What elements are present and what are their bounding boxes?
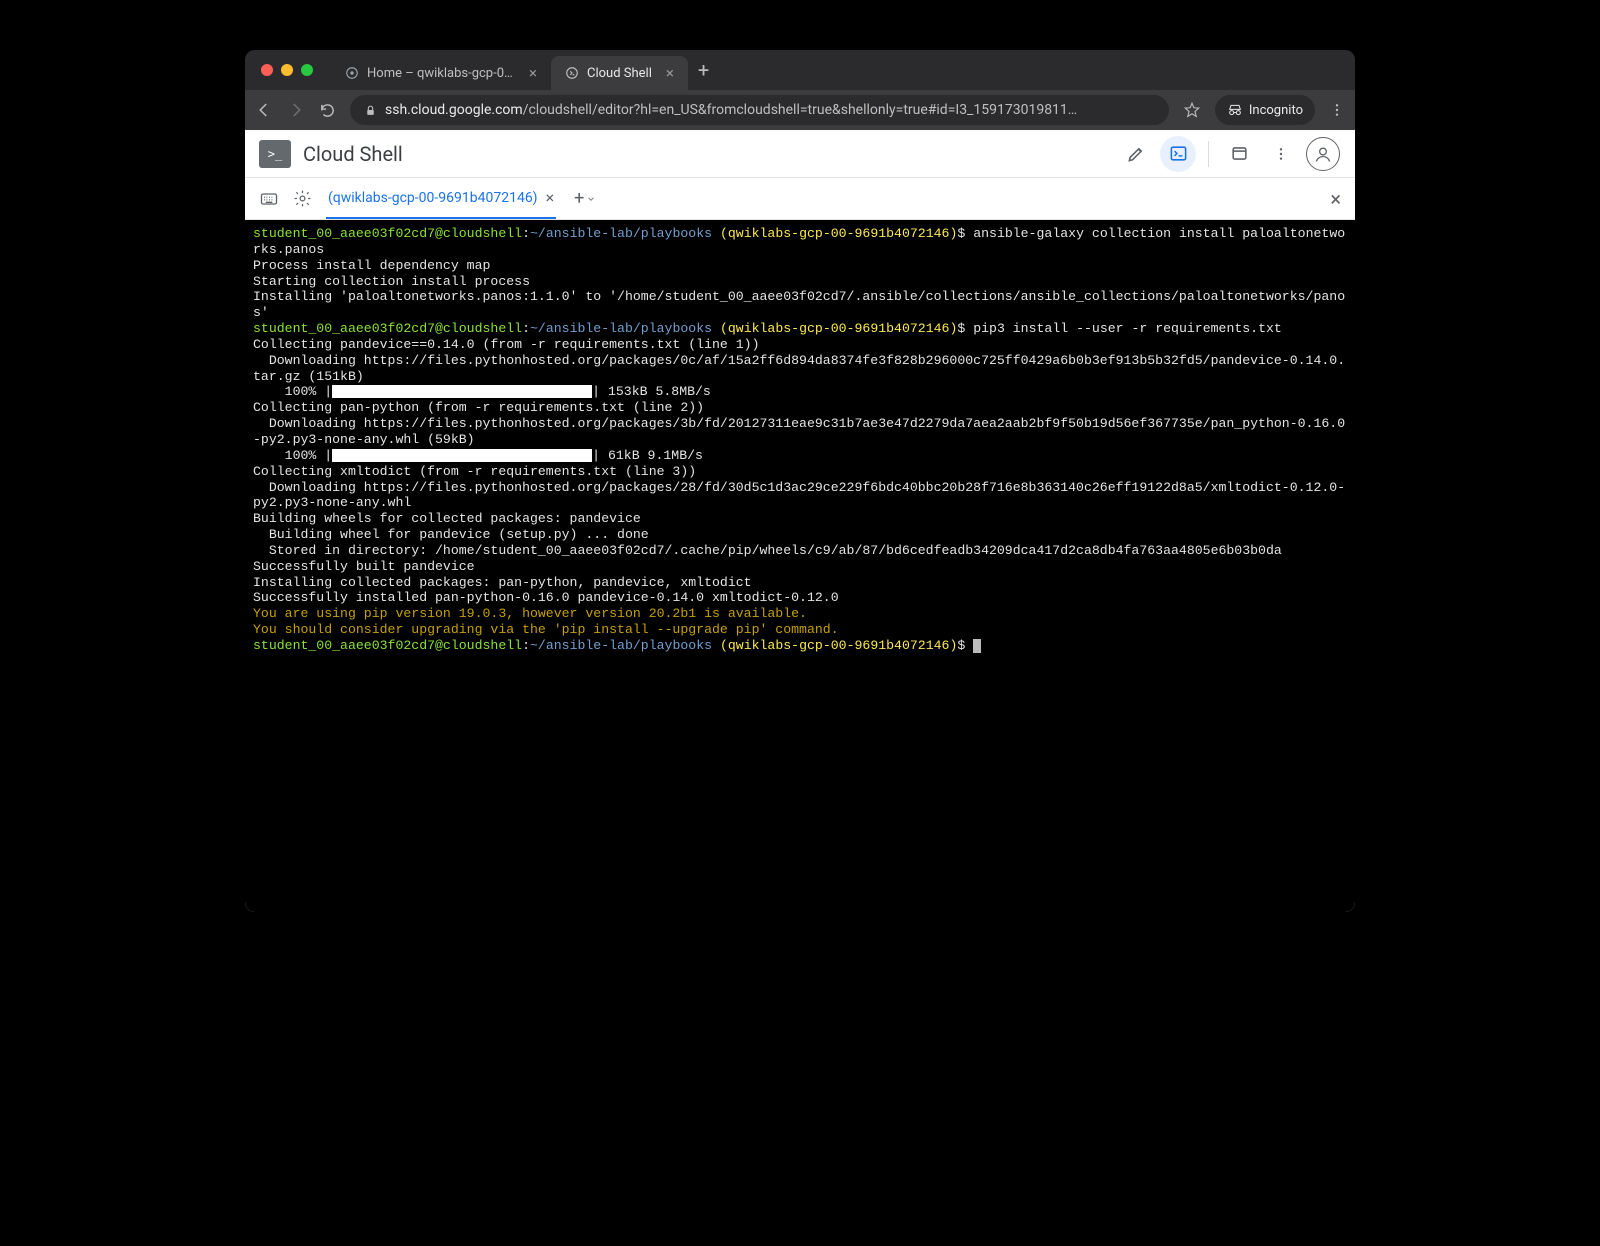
- incognito-badge: Incognito: [1215, 95, 1315, 125]
- tabs: Home – qwiklabs-gcp-00-969 × Cloud Shell…: [331, 50, 1345, 90]
- url-host: ssh.cloud.google.com: [385, 102, 523, 118]
- keyboard-icon[interactable]: [259, 189, 279, 209]
- window-controls: [255, 64, 321, 76]
- terminal-button[interactable]: [1160, 136, 1196, 172]
- avatar: [1306, 137, 1340, 171]
- close-tab-icon[interactable]: ×: [666, 64, 674, 82]
- session-tab[interactable]: (qwiklabs-gcp-00-9691b4072146) ×: [326, 178, 556, 219]
- close-window-button[interactable]: [261, 64, 273, 76]
- session-tab-bar: (qwiklabs-gcp-00-9691b4072146) × + ×: [245, 178, 1355, 220]
- address-bar: ssh.cloud.google.com/cloudshell/editor?h…: [245, 90, 1355, 130]
- tab-home[interactable]: Home – qwiklabs-gcp-00-969 ×: [331, 56, 551, 90]
- incognito-icon: [1227, 102, 1243, 118]
- session-tab-label: (qwiklabs-gcp-00-9691b4072146): [328, 190, 538, 206]
- forward-button[interactable]: [287, 101, 305, 119]
- page-title: Cloud Shell: [303, 142, 1106, 166]
- tab-label: Home – qwiklabs-gcp-00-969: [367, 66, 515, 81]
- reload-button[interactable]: [319, 102, 336, 119]
- terminal-output[interactable]: student_00_aaee03f02cd7@cloudshell:~/ans…: [245, 220, 1355, 912]
- back-button[interactable]: [255, 101, 273, 119]
- maximize-window-button[interactable]: [301, 64, 313, 76]
- lock-icon: [364, 104, 377, 117]
- terminal-cursor: [973, 639, 981, 653]
- minimize-window-button[interactable]: [281, 64, 293, 76]
- tab-cloud-shell[interactable]: Cloud Shell ×: [551, 56, 688, 90]
- new-tab-button[interactable]: +: [688, 58, 719, 82]
- qwiklabs-icon: [345, 66, 359, 80]
- cloud-shell-header: >_ Cloud Shell: [245, 130, 1355, 178]
- cloud-shell-logo: >_: [259, 140, 291, 168]
- url-path: /cloudshell/editor?hl=en_US&fromcloudshe…: [523, 102, 1077, 118]
- account-button[interactable]: [1305, 136, 1341, 172]
- url-input[interactable]: ssh.cloud.google.com/cloudshell/editor?h…: [350, 95, 1169, 125]
- editor-button[interactable]: [1118, 136, 1154, 172]
- new-window-button[interactable]: [1221, 136, 1257, 172]
- divider: [1208, 141, 1209, 167]
- bookmark-button[interactable]: [1183, 101, 1201, 119]
- tab-label: Cloud Shell: [587, 66, 652, 81]
- incognito-label: Incognito: [1249, 103, 1303, 118]
- progress-bar: [332, 449, 592, 462]
- close-panel-button[interactable]: ×: [1330, 187, 1341, 211]
- tab-bar: Home – qwiklabs-gcp-00-969 × Cloud Shell…: [245, 50, 1355, 90]
- browser-window: Home – qwiklabs-gcp-00-969 × Cloud Shell…: [245, 50, 1355, 912]
- browser-menu-button[interactable]: [1329, 102, 1345, 118]
- header-actions: [1118, 136, 1341, 172]
- close-tab-icon[interactable]: ×: [529, 64, 537, 82]
- cloud-shell-icon: [565, 66, 579, 80]
- more-menu-button[interactable]: [1263, 136, 1299, 172]
- page-content: >_ Cloud Shell (qwiklabs-gcp-00-9691b407…: [245, 130, 1355, 912]
- new-session-button[interactable]: +: [570, 188, 600, 209]
- progress-bar: [332, 385, 592, 398]
- settings-icon[interactable]: [293, 189, 312, 208]
- close-session-icon[interactable]: ×: [546, 188, 555, 207]
